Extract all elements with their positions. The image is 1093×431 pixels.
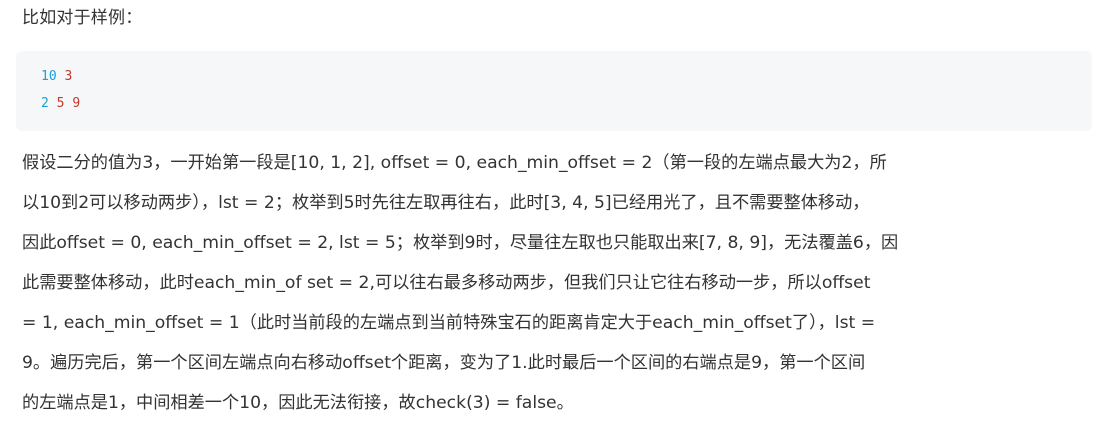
- paragraph-line: = 1, each_min_offset = 1（此时当前段的左端点到当前特殊宝…: [22, 313, 876, 333]
- paragraph-line: 的左端点是1，中间相差一个10，因此无法衔接，故check(3) = false…: [22, 393, 574, 413]
- explanation-paragraph: 假设二分的值为3，一开始第一段是[10, 1, 2], offset = 0, …: [22, 148, 1082, 428]
- code-token: 3: [64, 69, 73, 84]
- paragraph-line: 以10到2可以移动两步），lst = 2；枚举到5时先往左取再往右，此时[3, …: [22, 193, 870, 213]
- code-token: 9: [72, 96, 81, 111]
- paragraph-line: 因此offset = 0, each_min_offset = 2, lst =…: [22, 233, 899, 253]
- code-line-2: 2 5 9: [41, 95, 80, 113]
- code-token: 2: [41, 96, 49, 111]
- paragraph-line: 假设二分的值为3，一开始第一段是[10, 1, 2], offset = 0, …: [22, 153, 887, 173]
- code-token: 10: [41, 69, 57, 84]
- paragraph-line: 9。遍历完后，第一个区间左端点向右移动offset个距离，变为了1.此时最后一个…: [22, 353, 866, 373]
- code-block[interactable]: 10 3 2 5 9: [16, 51, 1092, 131]
- code-line-1: 10 3: [41, 68, 72, 86]
- paragraph-line: 此需要整体移动，此时each_min_of set = 2,可以往右最多移动两步…: [22, 273, 871, 293]
- article-content: 比如对于样例： 10 3 2 5 9 假设二分的值为3，一开始第一段是[10, …: [0, 0, 1093, 431]
- intro-text: 比如对于样例：: [22, 8, 143, 28]
